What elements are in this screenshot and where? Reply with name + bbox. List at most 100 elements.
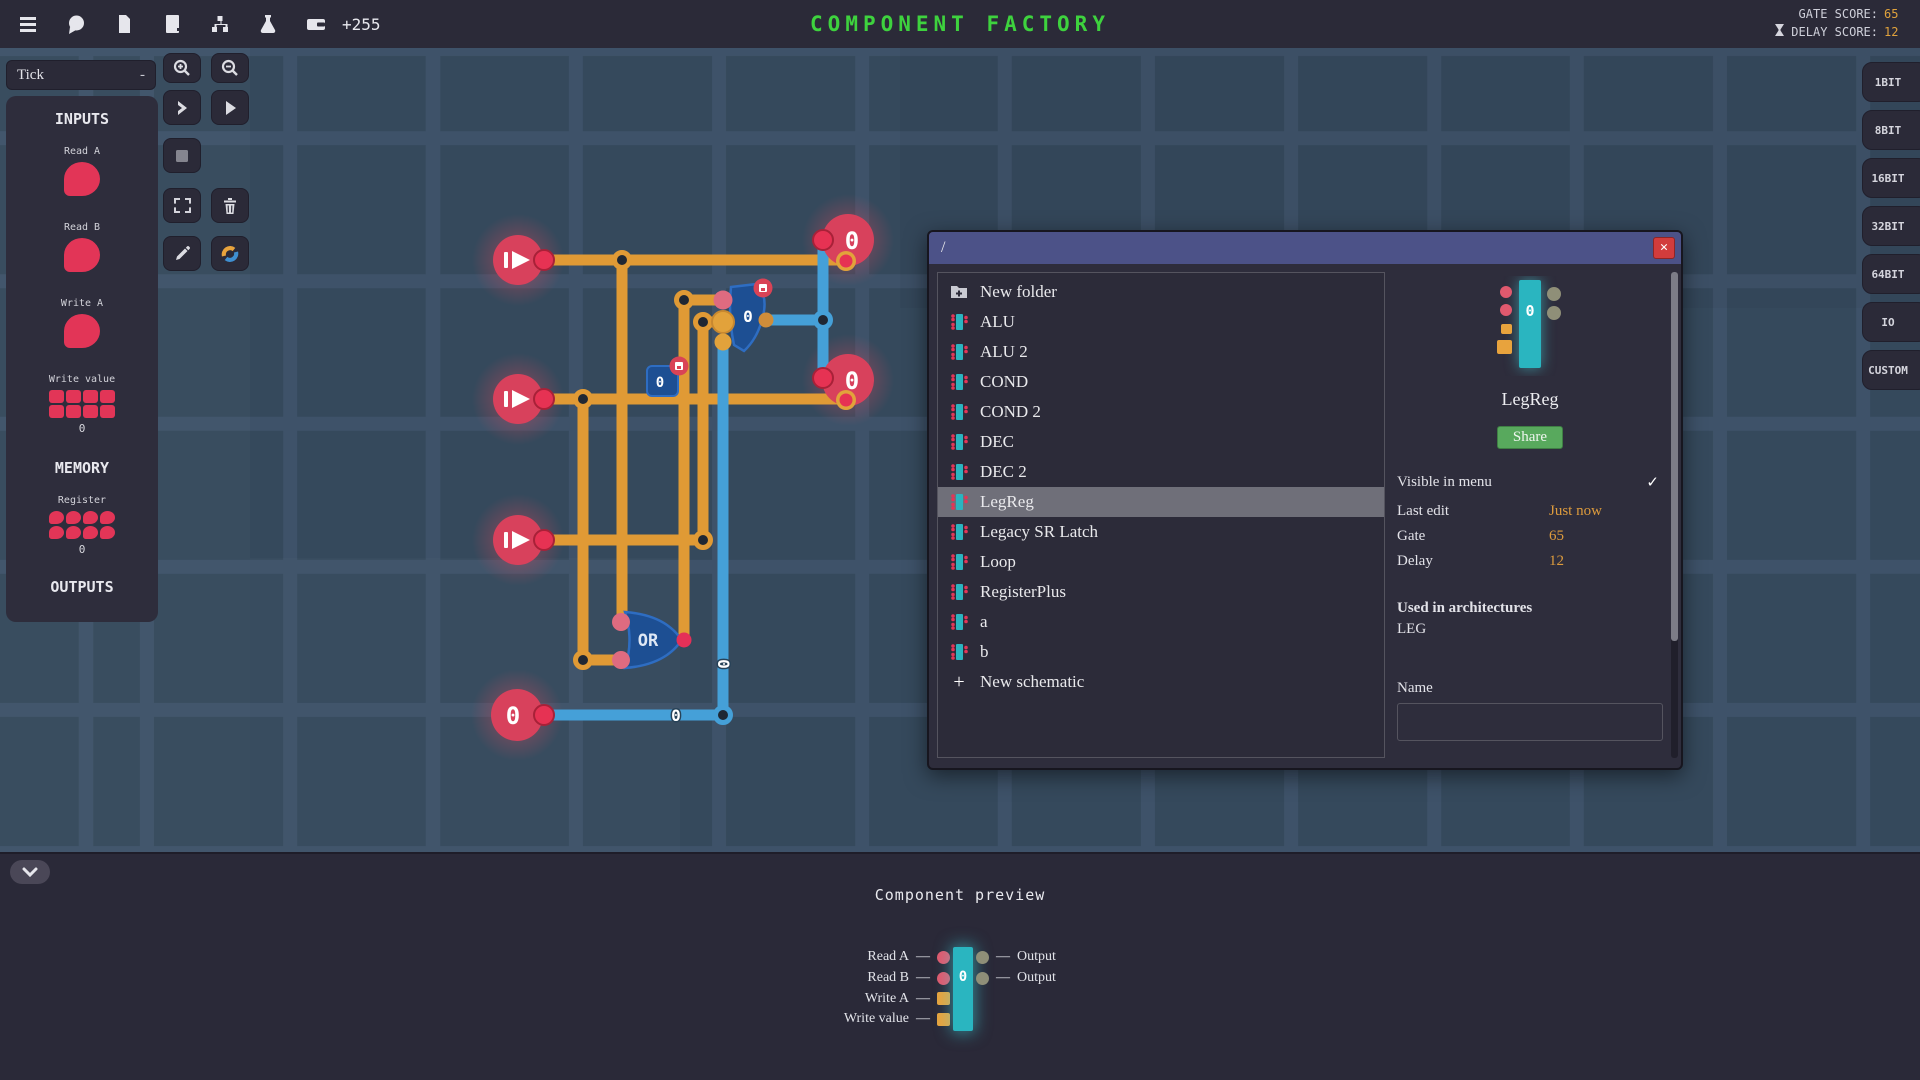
schematic-list-item[interactable]: + ALU 2 bbox=[938, 337, 1384, 367]
name-input[interactable] bbox=[1397, 703, 1663, 741]
menu-icon[interactable] bbox=[16, 12, 40, 36]
wire-junction[interactable] bbox=[573, 650, 593, 670]
tick-input[interactable]: Tick - bbox=[6, 60, 156, 90]
output-pin[interactable] bbox=[812, 367, 834, 389]
schematic-details: 0 LegReg Share Visible in menu ✓ Last ed… bbox=[1397, 272, 1663, 758]
color-cycle-button[interactable] bbox=[211, 236, 249, 271]
or-input-pin[interactable] bbox=[612, 613, 630, 631]
palette-input-item[interactable]: Write A bbox=[6, 298, 158, 348]
component-icon bbox=[947, 370, 971, 394]
name-label: Name bbox=[1397, 680, 1433, 696]
wallet-icon[interactable] bbox=[304, 12, 328, 36]
tick-label: Tick bbox=[17, 66, 44, 83]
bit-width-button[interactable]: 1BIT bbox=[1862, 62, 1920, 102]
schematic-name: Legacy SR Latch bbox=[980, 522, 1099, 541]
edit-button[interactable] bbox=[163, 236, 201, 271]
palette-input-item[interactable]: Write value 0 bbox=[6, 374, 158, 435]
bit-width-button[interactable]: 16BIT bbox=[1862, 158, 1920, 198]
wire-junction[interactable] bbox=[713, 705, 733, 725]
bit-width-button[interactable]: CUSTOM bbox=[1862, 350, 1920, 390]
stat-value: 65 bbox=[1549, 528, 1564, 544]
schematic-list-item[interactable]: + RegisterPlus bbox=[938, 577, 1384, 607]
money-amount: +255 bbox=[342, 14, 381, 34]
wire-orange[interactable] bbox=[577, 393, 622, 666]
input-pin[interactable] bbox=[533, 249, 555, 271]
dialog-titlebar[interactable]: / bbox=[929, 232, 1681, 264]
register-input-pin[interactable] bbox=[711, 310, 735, 334]
output-pin[interactable] bbox=[533, 704, 555, 726]
bit-width-button[interactable]: 64BIT bbox=[1862, 254, 1920, 294]
component-name: LegReg bbox=[1501, 389, 1559, 409]
zoom-in-button[interactable] bbox=[163, 53, 201, 83]
hierarchy-icon[interactable] bbox=[208, 12, 232, 36]
component-icon bbox=[947, 310, 971, 334]
or-input-pin[interactable] bbox=[612, 651, 630, 669]
preview-component-body: 0 bbox=[953, 947, 973, 1031]
select-button[interactable] bbox=[163, 188, 201, 223]
component-icon-value: 0 bbox=[1525, 302, 1534, 320]
palette-input-item[interactable]: Read A bbox=[6, 146, 158, 196]
pin-label: Output bbox=[1017, 970, 1056, 986]
component-icon bbox=[947, 520, 971, 544]
schematic-list-item[interactable]: + COND bbox=[938, 367, 1384, 397]
zoom-out-button[interactable] bbox=[211, 53, 249, 83]
schematic-list-item[interactable]: + Legacy SR Latch bbox=[938, 517, 1384, 547]
input-pin[interactable] bbox=[533, 388, 555, 410]
play-button[interactable] bbox=[211, 90, 249, 125]
scrollbar-track[interactable] bbox=[1671, 272, 1678, 758]
schematic-list-item[interactable]: + b bbox=[938, 637, 1384, 667]
chat-icon[interactable] bbox=[64, 12, 88, 36]
register-output-pin[interactable] bbox=[758, 312, 774, 328]
pin-stub: — bbox=[996, 970, 1010, 986]
schematic-list-item[interactable]: + ALU bbox=[938, 307, 1384, 337]
wire-junction[interactable] bbox=[612, 250, 632, 270]
book-icon[interactable] bbox=[160, 12, 184, 36]
output-pin-inner bbox=[839, 393, 853, 407]
wire-junction[interactable] bbox=[674, 290, 694, 310]
delete-button[interactable] bbox=[211, 188, 249, 223]
schematic-list-item[interactable]: + a bbox=[938, 607, 1384, 637]
input-pin[interactable] bbox=[533, 529, 555, 551]
wire-junction[interactable] bbox=[693, 530, 713, 550]
collapse-panel-button[interactable] bbox=[10, 860, 50, 884]
tick-collapse[interactable]: - bbox=[140, 67, 145, 84]
palette-item-label: Write A bbox=[60, 298, 104, 309]
bit-width-button[interactable]: 32BIT bbox=[1862, 206, 1920, 246]
wire-junction[interactable] bbox=[693, 312, 713, 332]
component-preview-icon: 0 bbox=[1493, 276, 1567, 381]
step-button[interactable] bbox=[163, 90, 201, 125]
stat-row: Last edit Just now bbox=[1397, 499, 1663, 524]
scrollbar-thumb[interactable] bbox=[1671, 272, 1678, 642]
delay-register[interactable]: 0 bbox=[711, 278, 774, 353]
flask-icon[interactable] bbox=[256, 12, 280, 36]
schematic-list-item[interactable]: + New folder bbox=[938, 277, 1384, 307]
register-input-pin[interactable] bbox=[713, 290, 733, 310]
schematic-list-item[interactable]: + COND 2 bbox=[938, 397, 1384, 427]
hourglass-icon bbox=[1774, 23, 1785, 41]
share-button[interactable]: Share bbox=[1496, 426, 1564, 449]
visible-in-menu-toggle[interactable]: Visible in menu ✓ bbox=[1397, 473, 1663, 491]
schematic-list-item[interactable]: + New schematic bbox=[938, 667, 1384, 697]
wire-junction[interactable] bbox=[813, 310, 833, 330]
preview-right-pins: — Output — Output bbox=[976, 947, 1236, 988]
palette-memory-item[interactable]: Register 0 bbox=[6, 495, 158, 556]
schematic-list-item[interactable]: + LegReg bbox=[938, 487, 1384, 517]
stop-button[interactable] bbox=[163, 138, 201, 173]
palette-input-item[interactable]: Read B bbox=[6, 222, 158, 272]
or-output-pin[interactable] bbox=[676, 632, 692, 648]
output-pin[interactable] bbox=[812, 229, 834, 251]
wire-value-label: 0 bbox=[714, 659, 733, 669]
schematic-list-item[interactable]: + DEC bbox=[938, 427, 1384, 457]
used-in-value: LEG bbox=[1397, 621, 1427, 637]
bit-width-button[interactable]: IO bbox=[1862, 302, 1920, 342]
pin-stub: — bbox=[996, 949, 1010, 965]
save-badge bbox=[753, 278, 773, 298]
file-icon[interactable] bbox=[112, 12, 136, 36]
wire-junction[interactable] bbox=[573, 389, 593, 409]
close-icon[interactable]: × bbox=[1653, 237, 1675, 259]
register-output-pin[interactable] bbox=[714, 333, 732, 351]
schematic-list-item[interactable]: + DEC 2 bbox=[938, 457, 1384, 487]
stat-row: Delay 12 bbox=[1397, 549, 1663, 574]
schematic-list-item[interactable]: + Loop bbox=[938, 547, 1384, 577]
bit-width-button[interactable]: 8BIT bbox=[1862, 110, 1920, 150]
